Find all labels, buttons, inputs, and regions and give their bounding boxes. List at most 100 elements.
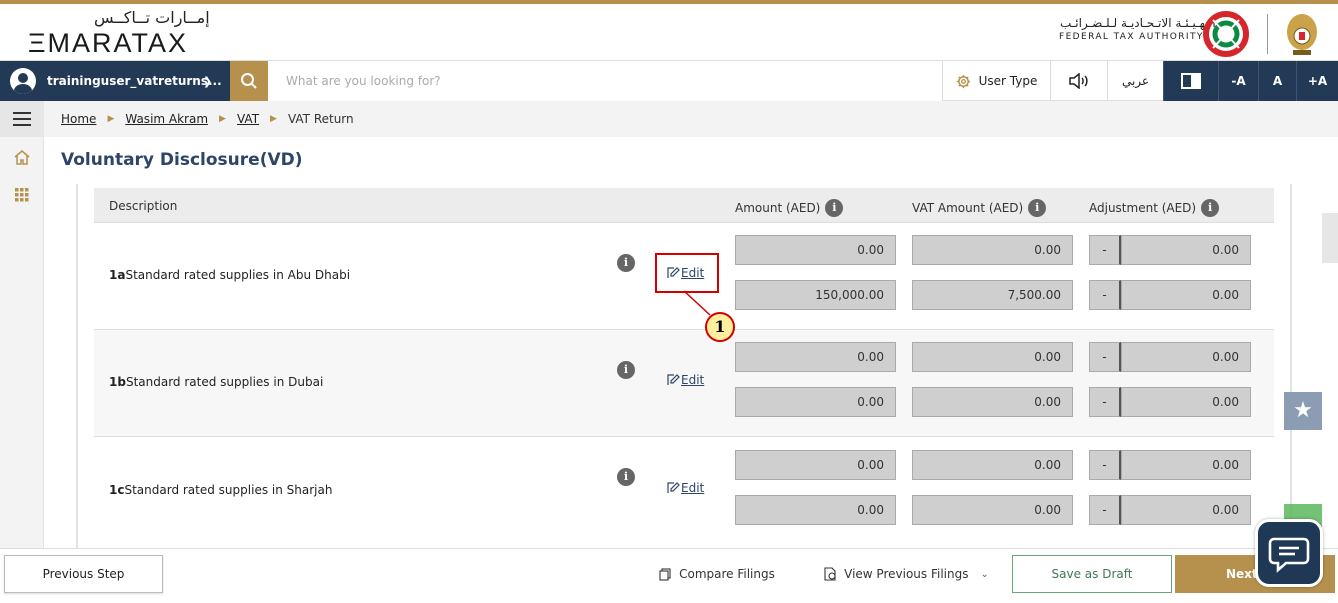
row-label: Standard rated supplies in Sharjah xyxy=(124,483,333,497)
font-decrease-button[interactable]: -A xyxy=(1218,61,1258,101)
row-description: 1cStandard rated supplies in Sharjah xyxy=(109,483,332,497)
uae-emblem-icon xyxy=(1287,14,1317,55)
left-sidebar xyxy=(0,101,44,548)
amount-field[interactable]: 0.00 xyxy=(735,495,896,525)
adjustment-field[interactable]: 0.00 xyxy=(1121,450,1251,480)
amount-field[interactable]: 150,000.00 xyxy=(735,280,896,310)
edit-label: Edit xyxy=(681,373,705,387)
adjustment-field[interactable]: 0.00 xyxy=(1121,280,1251,310)
avatar-icon xyxy=(10,68,36,94)
home-icon xyxy=(14,149,30,165)
previous-step-button[interactable]: Previous Step xyxy=(4,555,163,593)
header-adjustment-label: Adjustment (AED) xyxy=(1089,201,1197,215)
compare-filings-button[interactable]: Compare Filings xyxy=(658,555,776,593)
sidebar-item-apps[interactable] xyxy=(0,177,44,213)
adjustment-sign: - xyxy=(1089,342,1121,372)
callout-highlight-box xyxy=(655,253,719,293)
breadcrumb: Home ▶ Wasim Akram ▶ VAT ▶ VAT Return xyxy=(61,112,354,126)
adjustment-sign: - xyxy=(1089,280,1121,310)
vat-amount-field[interactable]: 0.00 xyxy=(912,342,1073,372)
header-amount: Amount (AED) i xyxy=(735,199,844,217)
view-previous-filings-label: View Previous Filings xyxy=(844,567,969,581)
header-adjustment: Adjustment (AED) i xyxy=(1089,199,1220,217)
breadcrumb-bar: Home ▶ Wasim Akram ▶ VAT ▶ VAT Return xyxy=(44,101,1338,137)
language-toggle[interactable]: عربي xyxy=(1107,61,1163,101)
chevron-down-icon: ❯ xyxy=(203,74,213,88)
table-header: Description Amount (AED) i VAT Amount (A… xyxy=(94,188,1274,223)
page-title: Voluntary Disclosure(VD) xyxy=(61,150,303,170)
adjustment-field[interactable]: 0.00 xyxy=(1121,342,1251,372)
text-to-speech-button[interactable] xyxy=(1050,61,1107,101)
row-code: 1c xyxy=(109,483,125,497)
info-icon[interactable]: i xyxy=(617,361,635,379)
info-icon[interactable]: i xyxy=(1201,199,1220,217)
chat-support-button[interactable] xyxy=(1255,519,1323,587)
vat-amount-field[interactable]: 0.00 xyxy=(912,235,1073,265)
font-increase-button[interactable]: +A xyxy=(1296,61,1338,101)
compare-filings-label: Compare Filings xyxy=(679,567,775,581)
table-row: 1cStandard rated supplies in Sharjah i E… xyxy=(94,438,1274,548)
breadcrumb-vat[interactable]: VAT xyxy=(237,112,259,126)
chat-icon xyxy=(1268,537,1310,573)
grid-icon xyxy=(15,188,29,202)
fta-logo-icon xyxy=(1203,11,1249,57)
utility-nav-bar: traininguser_vatreturns... ❯ User Type ع… xyxy=(0,61,1338,101)
save-as-draft-button[interactable]: Save as Draft xyxy=(1012,555,1172,593)
row-description: 1aStandard rated supplies in Abu Dhabi xyxy=(109,268,350,282)
adjustment-field[interactable]: 0.00 xyxy=(1121,387,1251,417)
user-type-selector[interactable]: User Type xyxy=(942,61,1050,101)
adjustment-sign: - xyxy=(1089,235,1121,265)
fta-name-arabic: الـهـيـئـة الاتـحـاديـة لـلـضـرائـب xyxy=(1060,16,1216,30)
menu-toggle-button[interactable] xyxy=(0,101,44,137)
row-code: 1a xyxy=(109,268,126,282)
contrast-icon xyxy=(1181,73,1201,89)
row-label: Standard rated supplies in Dubai xyxy=(125,375,324,389)
breadcrumb-profile[interactable]: Wasim Akram xyxy=(125,112,208,126)
info-icon[interactable]: i xyxy=(617,468,635,486)
info-icon[interactable]: i xyxy=(617,254,635,272)
vat-amount-field[interactable]: 7,500.00 xyxy=(912,280,1073,310)
favorite-star-button[interactable]: ★ xyxy=(1284,392,1322,430)
vat-amount-field[interactable]: 0.00 xyxy=(912,387,1073,417)
info-icon[interactable]: i xyxy=(1028,199,1047,217)
sidebar-item-home[interactable] xyxy=(0,139,44,175)
history-icon xyxy=(824,567,836,581)
adjustment-sign: - xyxy=(1089,450,1121,480)
search-input[interactable] xyxy=(268,61,942,101)
amount-field[interactable]: 0.00 xyxy=(735,235,896,265)
breadcrumb-arrow-icon: ▶ xyxy=(270,114,277,124)
user-menu[interactable]: traininguser_vatreturns... ❯ xyxy=(0,61,230,101)
page-scrollbar[interactable] xyxy=(1322,213,1338,263)
info-icon[interactable]: i xyxy=(825,199,844,217)
amount-field[interactable]: 0.00 xyxy=(735,387,896,417)
edit-link[interactable]: Edit xyxy=(666,481,704,495)
adjustment-field[interactable]: 0.00 xyxy=(1121,235,1251,265)
contrast-toggle-button[interactable] xyxy=(1163,61,1218,101)
table-row: 1bStandard rated supplies in Dubai i Edi… xyxy=(94,330,1274,437)
panel-border-right xyxy=(1290,184,1292,548)
callout-number-badge: 1 xyxy=(705,312,735,342)
adjustment-field[interactable]: 0.00 xyxy=(1121,495,1251,525)
emaratax-logo[interactable]: ΞMARATAX xyxy=(28,28,188,59)
vat-amount-field[interactable]: 0.00 xyxy=(912,450,1073,480)
amount-field[interactable]: 0.00 xyxy=(735,342,896,372)
header-description-label: Description xyxy=(109,199,178,213)
search-button[interactable] xyxy=(230,61,268,101)
amount-field[interactable]: 0.00 xyxy=(735,450,896,480)
edit-link[interactable]: Edit xyxy=(666,373,704,387)
header-amount-label: Amount (AED) xyxy=(735,201,821,215)
search-icon xyxy=(241,73,257,89)
view-previous-filings-dropdown[interactable]: View Previous Filings ⌄ xyxy=(820,555,992,593)
adjustment-sign: - xyxy=(1089,387,1121,417)
gear-icon xyxy=(956,74,970,88)
font-normal-button[interactable]: A xyxy=(1258,61,1296,101)
breadcrumb-home[interactable]: Home xyxy=(61,112,96,126)
user-type-label: User Type xyxy=(978,74,1038,88)
speaker-icon xyxy=(1069,73,1088,89)
footer-action-bar: Previous Step Compare Filings View Previ… xyxy=(0,548,1338,603)
breadcrumb-arrow-icon: ▶ xyxy=(219,114,226,124)
adjustment-sign: - xyxy=(1089,495,1121,525)
vat-amount-field[interactable]: 0.00 xyxy=(912,495,1073,525)
logo-arabic: إمــارات تــاكــس xyxy=(94,8,210,27)
header-divider xyxy=(1267,14,1268,54)
